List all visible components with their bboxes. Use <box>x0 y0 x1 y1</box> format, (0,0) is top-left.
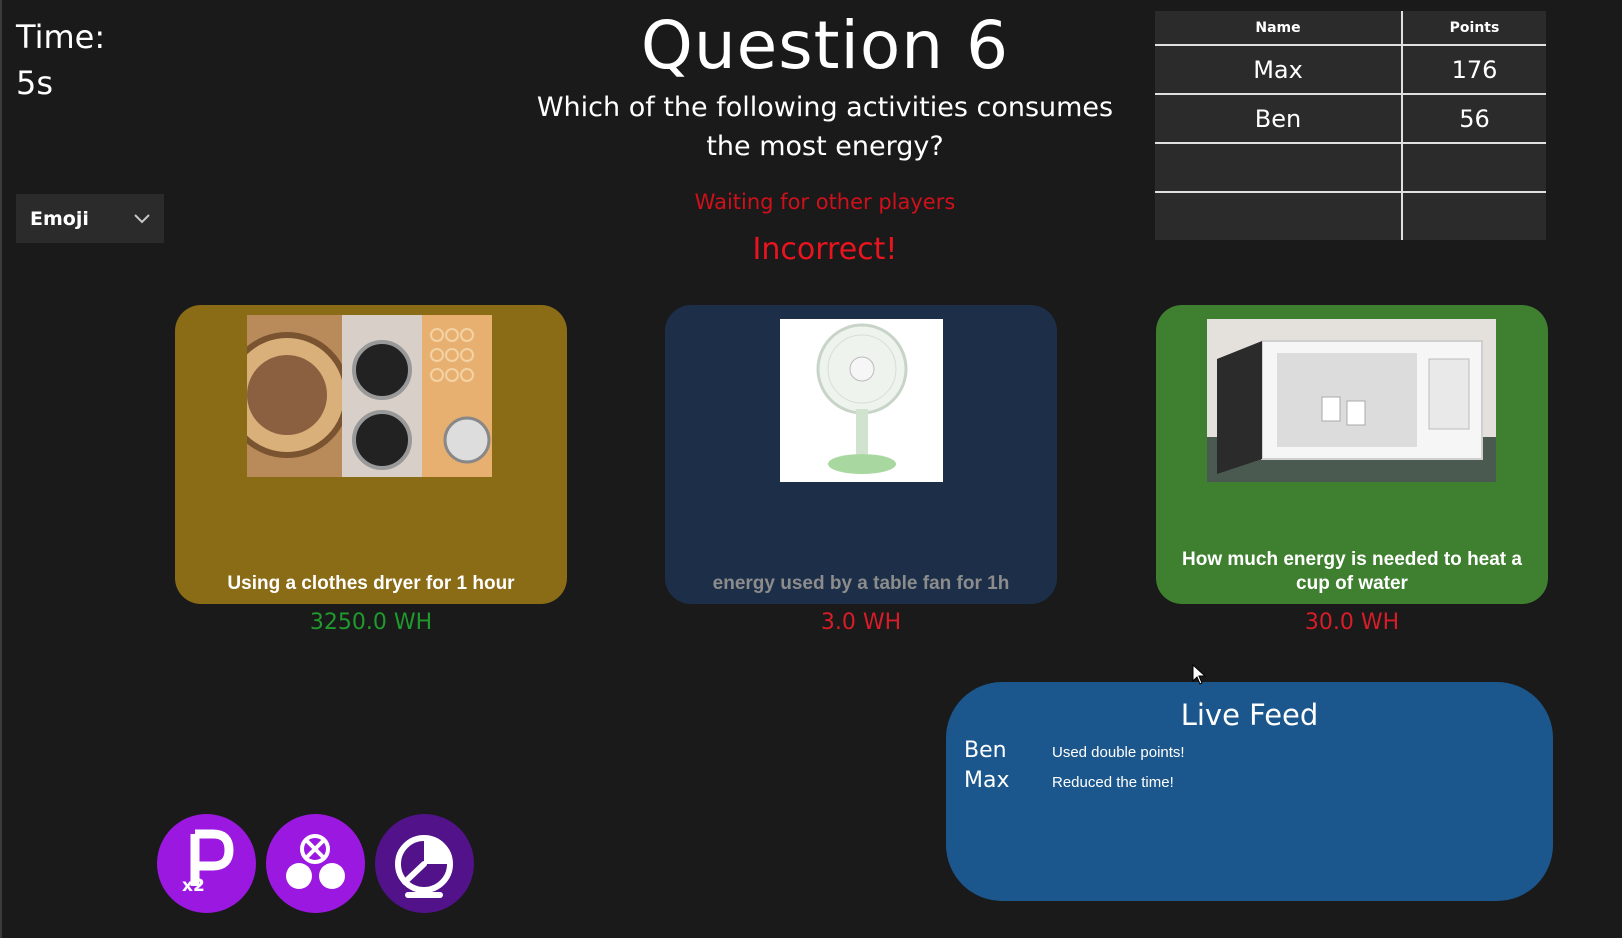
window-edge <box>0 0 2 938</box>
chevron-down-icon <box>134 213 150 223</box>
microwave-image <box>1207 319 1496 482</box>
table-row <box>1155 143 1546 193</box>
question-header: Question 6 Which of the following activi… <box>520 6 1130 270</box>
remove-answers-icon <box>286 834 345 889</box>
table-row <box>1155 192 1546 240</box>
scoreboard: Name Points Max 176 Ben 56 <box>1155 11 1546 240</box>
feed-player: Max <box>964 768 1010 793</box>
table-row: Ben 56 <box>1155 94 1546 144</box>
player-points: 176 <box>1402 45 1546 95</box>
player-name <box>1155 192 1403 240</box>
remove-answers-button[interactable] <box>266 814 365 913</box>
feed-action: Used double points! <box>1052 744 1185 761</box>
answer-label: Using a clothes dryer for 1 hour <box>227 573 515 594</box>
feed-player: Ben <box>964 738 1007 763</box>
reduce-time-icon <box>395 835 453 898</box>
question-text: Which of the following activities consum… <box>520 88 1130 166</box>
svg-text:x2: x2 <box>182 876 205 896</box>
scoreboard-header: Name Points <box>1155 11 1546 46</box>
live-feed-title: Live Feed <box>1180 698 1319 732</box>
table-fan-image <box>780 319 943 482</box>
answer-card-microwave[interactable]: How much energy is needed to heat a cup … <box>1156 305 1548 604</box>
answer-value: 3.0 WH <box>820 610 902 635</box>
timer-label: Time: <box>16 18 106 56</box>
answer-value: 30.0 WH <box>1304 610 1400 635</box>
question-text-line-1: Which of the following activities consum… <box>536 92 1114 123</box>
live-feed-entry: Ben Used double points! <box>964 738 1185 763</box>
player-points: 56 <box>1402 94 1546 144</box>
answer-value: 3250.0 WH <box>309 610 433 635</box>
player-name <box>1155 143 1403 193</box>
live-feed-panel: Live Feed Ben Used double points! Max Re… <box>946 682 1553 901</box>
answer-card-fan[interactable]: energy used by a table fan for 1h <box>665 305 1057 604</box>
question-text-line-2: the most energy? <box>706 131 944 162</box>
double-points-button[interactable]: x2 <box>157 814 256 913</box>
player-name: Ben <box>1155 94 1403 144</box>
column-points: Points <box>1402 11 1546 46</box>
emoji-dropdown-value: Emoji <box>30 207 89 230</box>
emoji-dropdown[interactable]: Emoji <box>16 194 164 243</box>
question-title: Question 6 <box>640 7 1010 84</box>
player-points <box>1402 192 1546 240</box>
live-feed-entry: Max Reduced the time! <box>964 768 1174 793</box>
answer-label: energy used by a table fan for 1h <box>712 573 1010 594</box>
answer-card-dryer[interactable]: Using a clothes dryer for 1 hour <box>175 305 567 604</box>
status-message: Waiting for other players <box>694 190 956 214</box>
timer-value: 5s <box>16 64 54 102</box>
player-name: Max <box>1155 45 1403 95</box>
column-name: Name <box>1155 11 1403 46</box>
clothes-dryer-image <box>247 315 492 477</box>
answer-label: How much energy is needed to heat a cup … <box>1182 549 1522 594</box>
table-row: Max 176 <box>1155 45 1546 95</box>
double-points-icon: x2 <box>182 829 234 896</box>
mouse-cursor-icon <box>1192 664 1207 685</box>
result-message: Incorrect! <box>752 232 898 267</box>
reduce-time-button[interactable] <box>375 814 474 913</box>
feed-action: Reduced the time! <box>1052 774 1174 791</box>
player-points <box>1402 143 1546 193</box>
timer: Time: 5s <box>16 14 105 106</box>
